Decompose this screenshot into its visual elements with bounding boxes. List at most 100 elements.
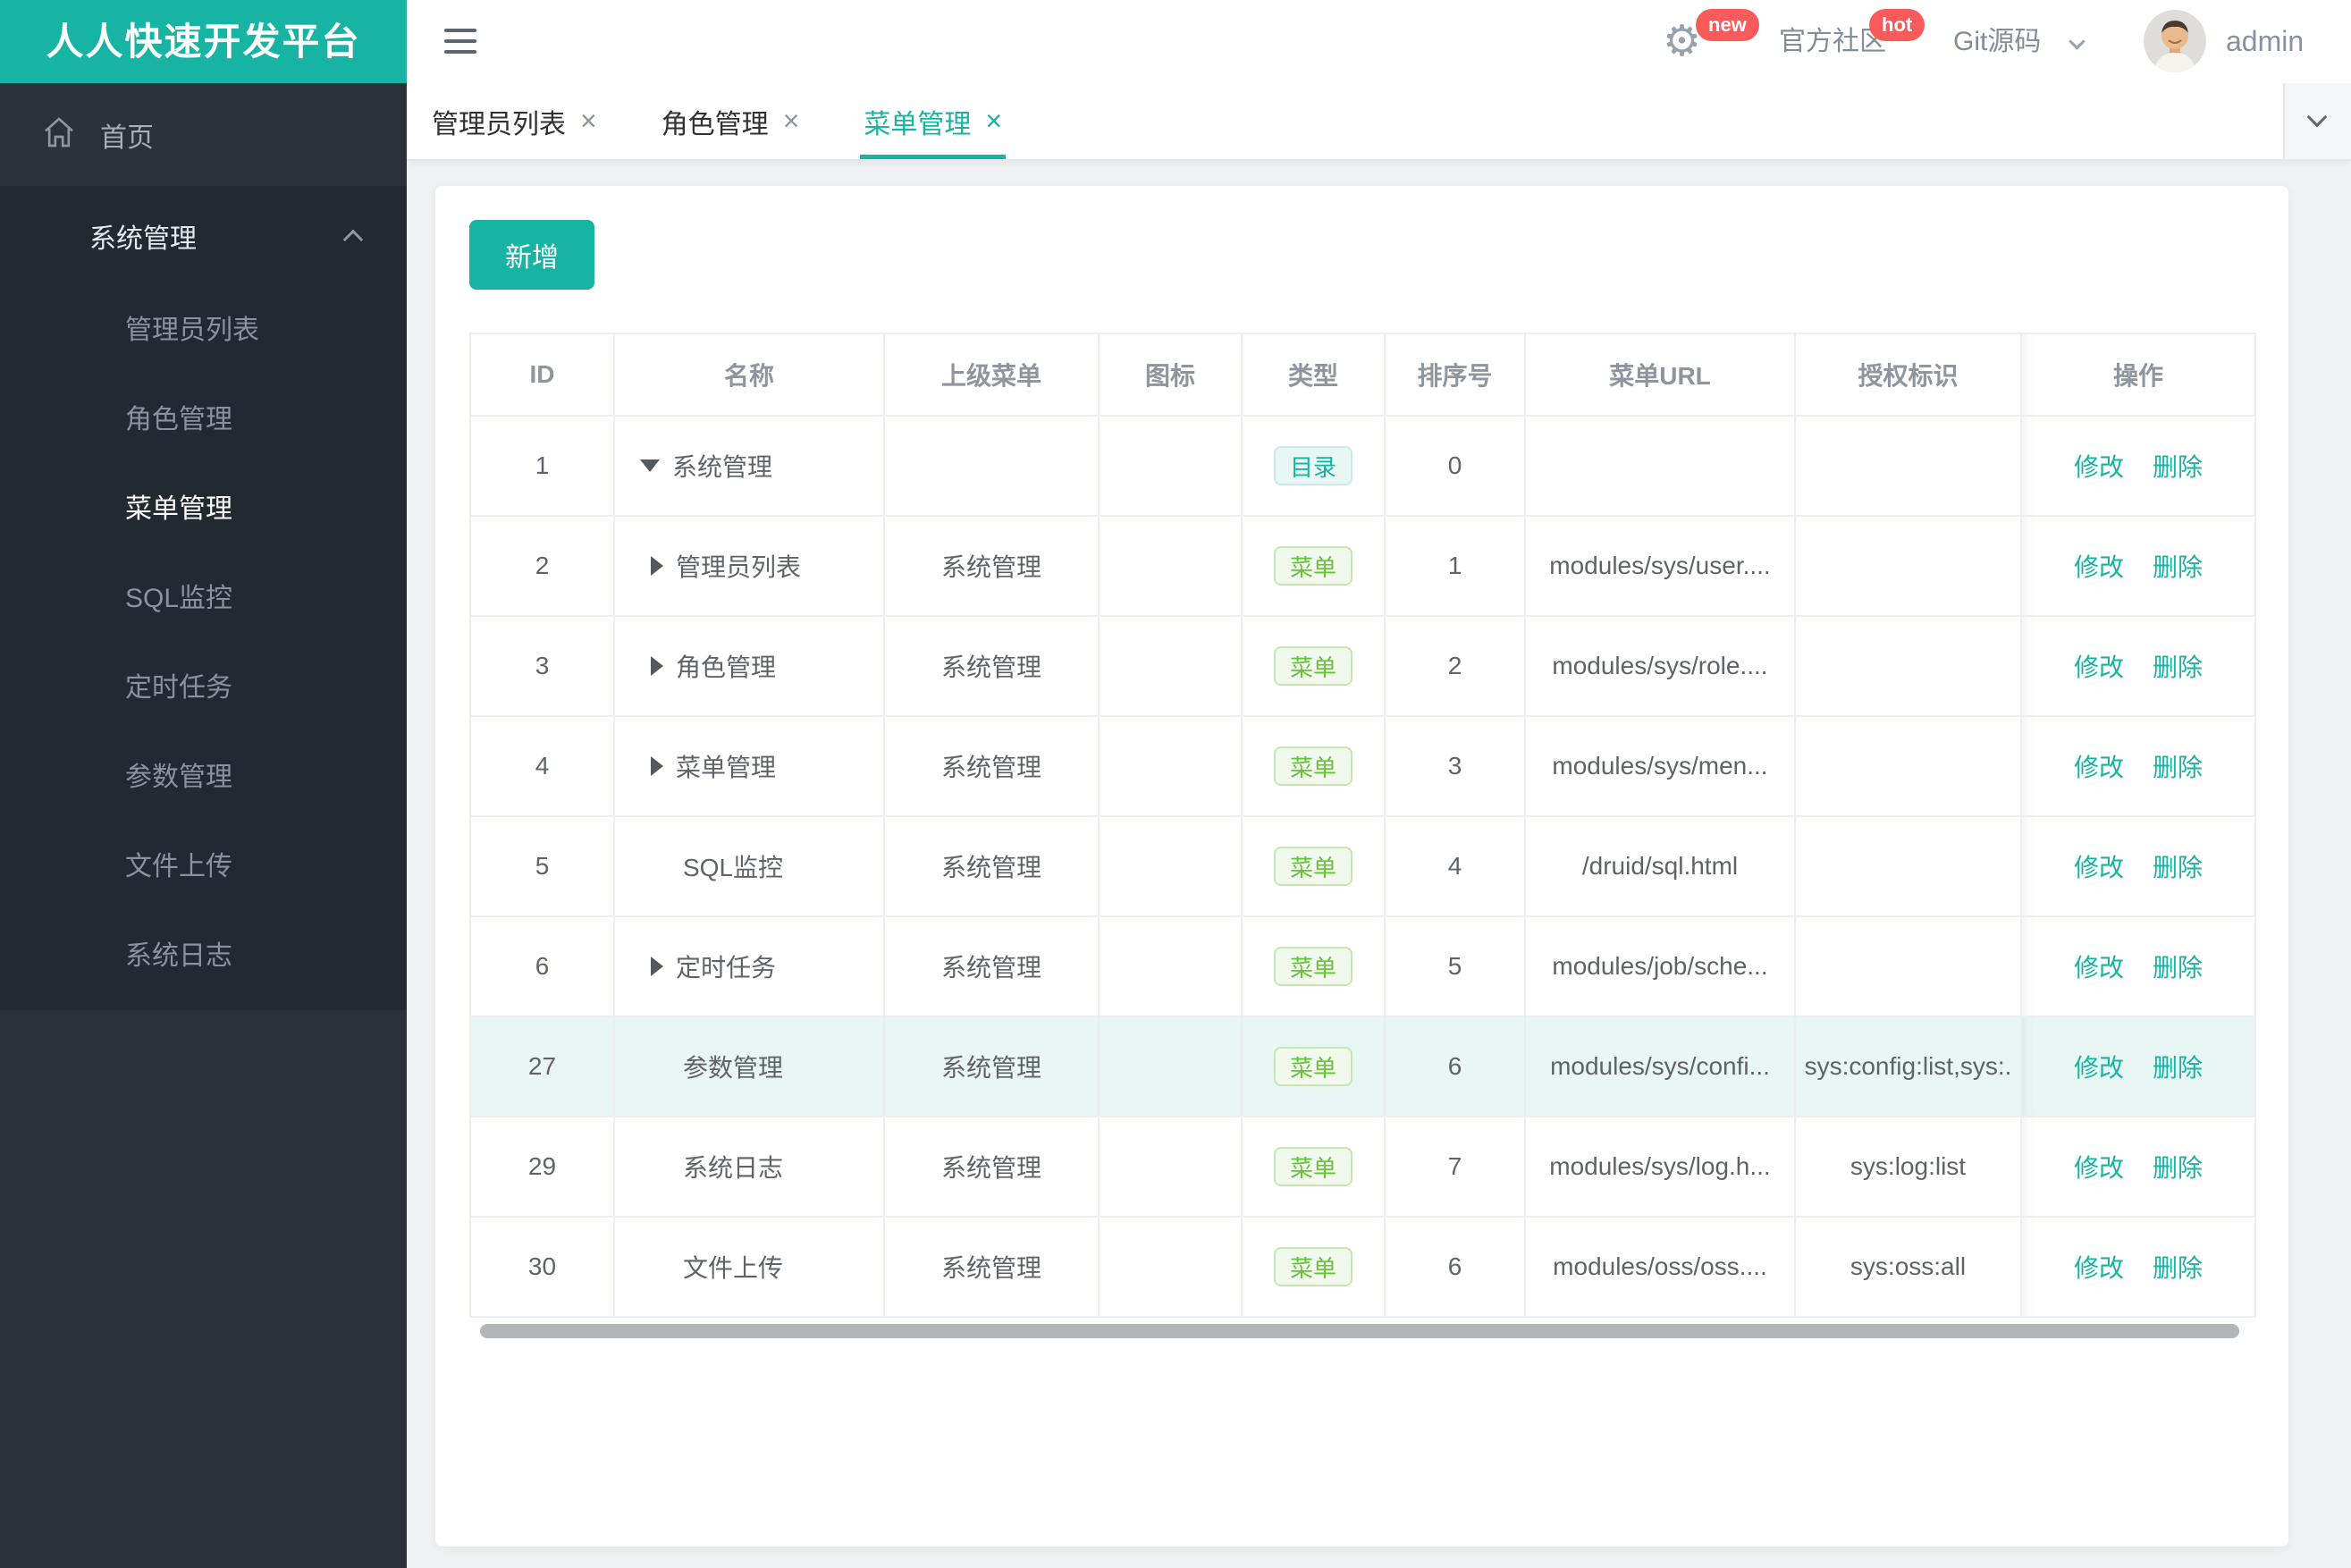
edit-link[interactable]: 修改	[2074, 453, 2124, 481]
tab-close-icon[interactable]: ×	[580, 105, 597, 138]
sidebar-submenu-system: 系统管理 管理员列表 角色管理 菜单管理 SQL监控 定时任务 参数管理 文件上传 系统日志	[0, 186, 407, 1010]
cell-menu-url: /druid/sql.html	[1524, 815, 1796, 917]
sidebar-item[interactable]: 系统日志	[0, 912, 407, 1001]
sidebar-item[interactable]: 文件上传	[0, 822, 407, 912]
cell-operations: 修改 删除	[2020, 1216, 2256, 1318]
edit-link[interactable]: 修改	[2074, 553, 2124, 581]
sidebar-item-home[interactable]: 首页	[0, 83, 407, 186]
delete-link[interactable]: 删除	[2153, 653, 2203, 681]
sidebar-item[interactable]: 菜单管理	[0, 465, 407, 554]
delete-link[interactable]: 删除	[2153, 553, 2203, 581]
cell-name: 系统管理	[613, 415, 885, 517]
tab-close-icon[interactable]: ×	[985, 105, 1002, 138]
home-icon	[41, 114, 77, 155]
cell-id: 5	[469, 815, 615, 917]
tab-list-dropdown-button[interactable]	[2283, 83, 2351, 159]
cell-icon	[1098, 415, 1243, 517]
cell-type: 菜单	[1241, 515, 1386, 617]
delete-link[interactable]: 删除	[2153, 1254, 2203, 1282]
edit-link[interactable]: 修改	[2074, 1154, 2124, 1182]
menu-name: 定时任务	[676, 954, 777, 982]
menu-name: 角色管理	[676, 653, 777, 681]
horizontal-scrollbar-thumb[interactable]	[480, 1324, 2239, 1338]
expand-arrow-icon[interactable]	[651, 556, 663, 576]
cell-menu-url: modules/sys/log.h...	[1524, 1116, 1796, 1218]
submenu-title-label: 系统管理	[89, 224, 197, 254]
cell-operations: 修改 删除	[2020, 415, 2256, 517]
cell-menu-url: modules/job/sche...	[1524, 915, 1796, 1017]
type-tag: 目录	[1273, 446, 1352, 485]
cell-auth: sys:oss:all	[1794, 1216, 2022, 1318]
expand-arrow-icon[interactable]	[651, 957, 663, 976]
tab-close-icon[interactable]: ×	[783, 105, 800, 138]
sidebar-nav: 首页 系统管理 管理员列表 角色管理 菜单管理 SQL监控 定时任务 参数管理 文件上传 系统…	[0, 83, 407, 1010]
table-row: 3 角色管理 系统管理 菜单 2 modules/sys/role.... 修改 删除	[469, 615, 2256, 717]
sidebar-item[interactable]: 定时任务	[0, 644, 407, 733]
username-label[interactable]: admin	[2226, 0, 2304, 83]
chevron-down-icon[interactable]	[2069, 33, 2086, 50]
menu-name: 参数管理	[683, 1054, 784, 1082]
table-header: ID 名称 上级菜单 图标 类型 排序号 菜单URL 授权标识 操作	[469, 333, 2256, 417]
edit-link[interactable]: 修改	[2074, 1254, 2124, 1282]
delete-link[interactable]: 删除	[2153, 954, 2203, 982]
delete-link[interactable]: 删除	[2153, 1154, 2203, 1182]
topbar: ⚙ new 官方社区 hot Git源码 admin	[407, 0, 2351, 83]
tab[interactable]: 菜单管理 ×	[860, 83, 1006, 159]
cell-icon	[1098, 915, 1243, 1017]
cell-type: 目录	[1241, 415, 1386, 517]
menu-management-card: 新增 ID 名称 上级菜单 图标 类型 排序号 菜单URL 授权标识 操作 1 系统管理 目录 0 修改…	[435, 186, 2288, 1547]
avatar[interactable]	[2144, 10, 2206, 72]
edit-link[interactable]: 修改	[2074, 754, 2124, 781]
delete-link[interactable]: 删除	[2153, 754, 2203, 781]
cell-order: 7	[1384, 1116, 1526, 1218]
sidebar-submenu-items: 管理员列表 角色管理 菜单管理 SQL监控 定时任务 参数管理 文件上传 系统日志	[0, 286, 407, 1001]
cell-parent-menu: 系统管理	[883, 1216, 1100, 1318]
cell-icon	[1098, 1016, 1243, 1117]
git-source-link[interactable]: Git源码	[1953, 0, 2041, 83]
expand-arrow-icon[interactable]	[651, 656, 663, 676]
tab-label: 角色管理	[661, 109, 769, 139]
delete-link[interactable]: 删除	[2153, 854, 2203, 881]
cell-id: 4	[469, 715, 615, 817]
community-link[interactable]: 官方社区	[1779, 0, 1886, 83]
delete-link[interactable]: 删除	[2153, 1054, 2203, 1082]
edit-link[interactable]: 修改	[2074, 653, 2124, 681]
cell-order: 4	[1384, 815, 1526, 917]
cell-icon	[1098, 1116, 1243, 1218]
cell-order: 6	[1384, 1216, 1526, 1318]
cell-menu-url: modules/sys/role....	[1524, 615, 1796, 717]
cell-operations: 修改 删除	[2020, 1016, 2256, 1117]
table-row: 4 菜单管理 系统管理 菜单 3 modules/sys/men... 修改 删除	[469, 715, 2256, 817]
tab[interactable]: 管理员列表 ×	[432, 83, 597, 159]
chevron-up-icon	[342, 229, 364, 250]
edit-link[interactable]: 修改	[2074, 854, 2124, 881]
cell-name: 管理员列表	[613, 515, 885, 617]
table-row: 2 管理员列表 系统管理 菜单 1 modules/sys/user.... 修改 删除	[469, 515, 2256, 617]
tab[interactable]: 角色管理 ×	[661, 83, 800, 159]
cell-order: 0	[1384, 415, 1526, 517]
hamburger-menu-icon[interactable]	[444, 29, 476, 54]
collapse-arrow-icon[interactable]	[640, 459, 660, 472]
delete-link[interactable]: 删除	[2153, 453, 2203, 481]
sidebar-item[interactable]: 参数管理	[0, 733, 407, 822]
sidebar-item[interactable]: 管理员列表	[0, 286, 407, 375]
edit-link[interactable]: 修改	[2074, 1054, 2124, 1082]
sidebar-submenu-title[interactable]: 系统管理	[0, 186, 407, 286]
cell-operations: 修改 删除	[2020, 515, 2256, 617]
cell-id: 29	[469, 1116, 615, 1218]
sidebar-home-label: 首页	[100, 122, 154, 153]
cell-type: 菜单	[1241, 815, 1386, 917]
edit-link[interactable]: 修改	[2074, 954, 2124, 982]
main-content: 新增 ID 名称 上级菜单 图标 类型 排序号 菜单URL 授权标识 操作 1 系统管理 目录 0 修改…	[407, 161, 2351, 1568]
expand-arrow-icon[interactable]	[651, 756, 663, 776]
sidebar-item[interactable]: SQL监控	[0, 554, 407, 644]
table-row: 5 SQL监控 系统管理 菜单 4/druid/sql.html 修改 删除	[469, 815, 2256, 917]
cell-id: 30	[469, 1216, 615, 1318]
add-button[interactable]: 新增	[469, 220, 594, 290]
cell-id: 27	[469, 1016, 615, 1117]
column-header: ID	[469, 333, 615, 417]
sidebar-item[interactable]: 角色管理	[0, 375, 407, 465]
tab-label: 管理员列表	[432, 109, 566, 139]
cell-id: 1	[469, 415, 615, 517]
gear-icon[interactable]: ⚙	[1663, 0, 1701, 83]
